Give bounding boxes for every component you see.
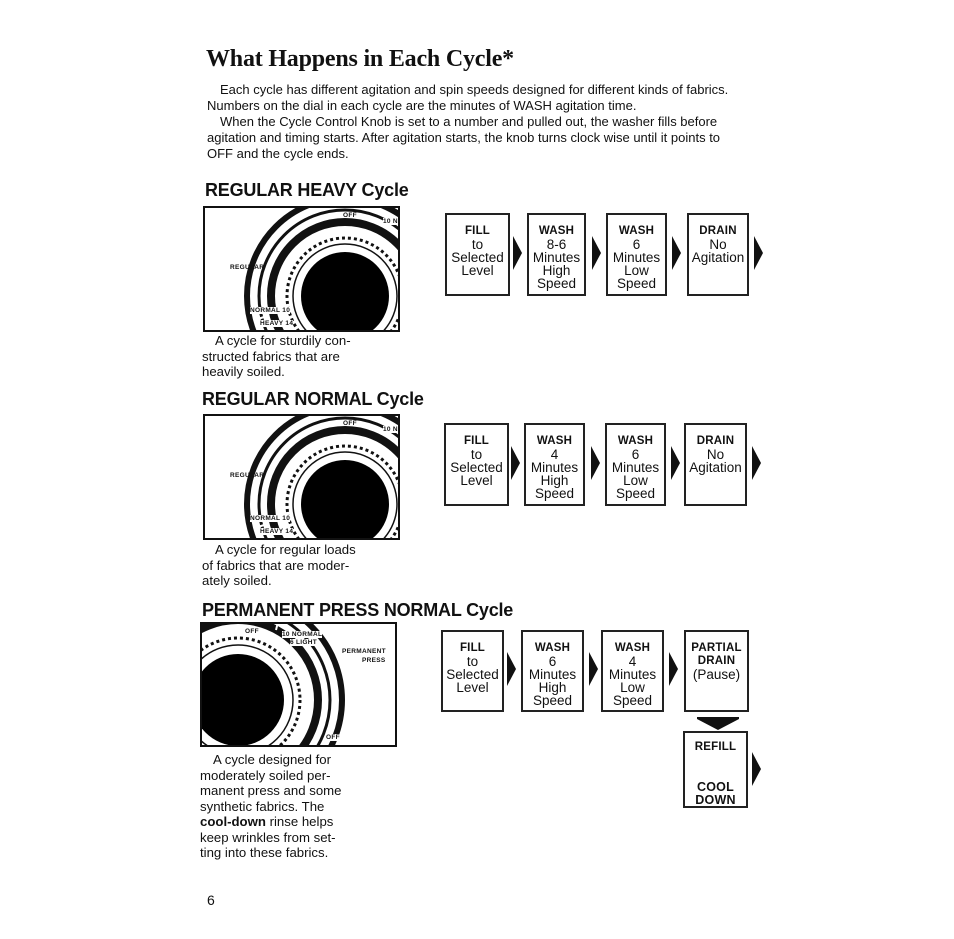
arrow-right-icon (592, 236, 601, 270)
dial-side-label: REGULAR (230, 472, 265, 479)
dial-normal-label: NORMAL 10 (250, 515, 291, 522)
step-wash-low: WASH 6 Minutes Low Speed (606, 213, 667, 296)
dial-side-label: REGULAR (230, 264, 265, 271)
step-drain: DRAIN No Agitation (687, 213, 749, 296)
dial-normal-label: NORMAL 10 (250, 307, 291, 314)
step-fill: FILL to Selected Level (445, 213, 510, 296)
arrow-right-icon (669, 652, 678, 686)
dial-heavy-label: HEAVY 14 (260, 320, 294, 327)
description-permanent-press: A cycle designed for moderately soiled p… (200, 752, 400, 861)
step-partial-drain: PARTIAL DRAIN (Pause) (684, 630, 749, 712)
cool-down-bold: cool-down (200, 814, 266, 829)
dial-illustration-permanent-press: OFF 10 NORMAL 6 LIGHT PERMANENT PRESS OF… (200, 622, 397, 747)
dial-light-label: 6 LIGHT (290, 639, 318, 646)
arrow-right-icon (511, 446, 520, 480)
arrow-right-icon (671, 446, 680, 480)
section-heading-regular-normal: REGULAR NORMAL Cycle (202, 389, 424, 409)
arrow-right-icon (752, 446, 761, 480)
dial-top-right-label: 10 N (383, 426, 398, 433)
arrow-right-icon (672, 236, 681, 270)
page-title: What Happens in Each Cycle* (206, 46, 514, 72)
intro-paragraph-1: Each cycle has different agitation and s… (207, 82, 729, 113)
arrow-down-icon (697, 717, 739, 730)
step-wash-low: WASH 6 Minutes Low Speed (605, 423, 666, 506)
dial-off-label: OFF (245, 628, 259, 635)
step-drain: DRAIN No Agitation (684, 423, 747, 506)
dial-heavy-label: HEAVY 14 (260, 528, 294, 535)
dial-illustration-regular-heavy: OFF 10 N REGULAR NORMAL 10 HEAVY 14 (203, 206, 400, 332)
arrow-right-icon (513, 236, 522, 270)
dial-normal-label: 10 NORMAL (282, 631, 323, 638)
intro-text: Each cycle has different agitation and s… (207, 82, 747, 162)
dial-side-label-2: PRESS (362, 657, 386, 664)
arrow-right-icon (591, 446, 600, 480)
page-number: 6 (207, 892, 215, 908)
dial-illustration-regular-normal: OFF 10 N REGULAR NORMAL 10 HEAVY 14 (203, 414, 400, 540)
step-refill-cool-down: REFILL COOL DOWN (683, 731, 748, 808)
dial-side-label-1: PERMANENT (342, 648, 386, 655)
arrow-right-icon (752, 752, 761, 786)
step-fill: FILL to Selected Level (441, 630, 504, 712)
description-regular-normal: A cycle for regular loads of fabrics tha… (202, 542, 356, 588)
dial-top-right-label: 10 N (383, 218, 398, 225)
arrow-right-icon (754, 236, 763, 270)
description-regular-heavy: A cycle for sturdily con- structed fabri… (202, 333, 351, 379)
dial-off-label: OFF (343, 212, 357, 219)
step-wash-high: WASH 8-6 Minutes High Speed (527, 213, 586, 296)
step-wash-high: WASH 4 Minutes High Speed (524, 423, 585, 506)
section-heading-permanent-press: PERMANENT PRESS NORMAL Cycle (202, 600, 514, 620)
section-heading-regular-heavy: REGULAR HEAVY Cycle (205, 180, 409, 200)
dial-off-label: OFF (343, 420, 357, 427)
intro-paragraph-2: When the Cycle Control Knob is set to a … (207, 114, 721, 161)
arrow-right-icon (589, 652, 598, 686)
arrow-right-icon (507, 652, 516, 686)
cool-down-line: cool-down rinse helps (200, 814, 334, 829)
dial-bottom-off-label: OFF (326, 734, 340, 741)
step-fill: FILL to Selected Level (444, 423, 509, 506)
step-wash-low: WASH 4 Minutes Low Speed (601, 630, 664, 712)
step-wash-high: WASH 6 Minutes High Speed (521, 630, 584, 712)
